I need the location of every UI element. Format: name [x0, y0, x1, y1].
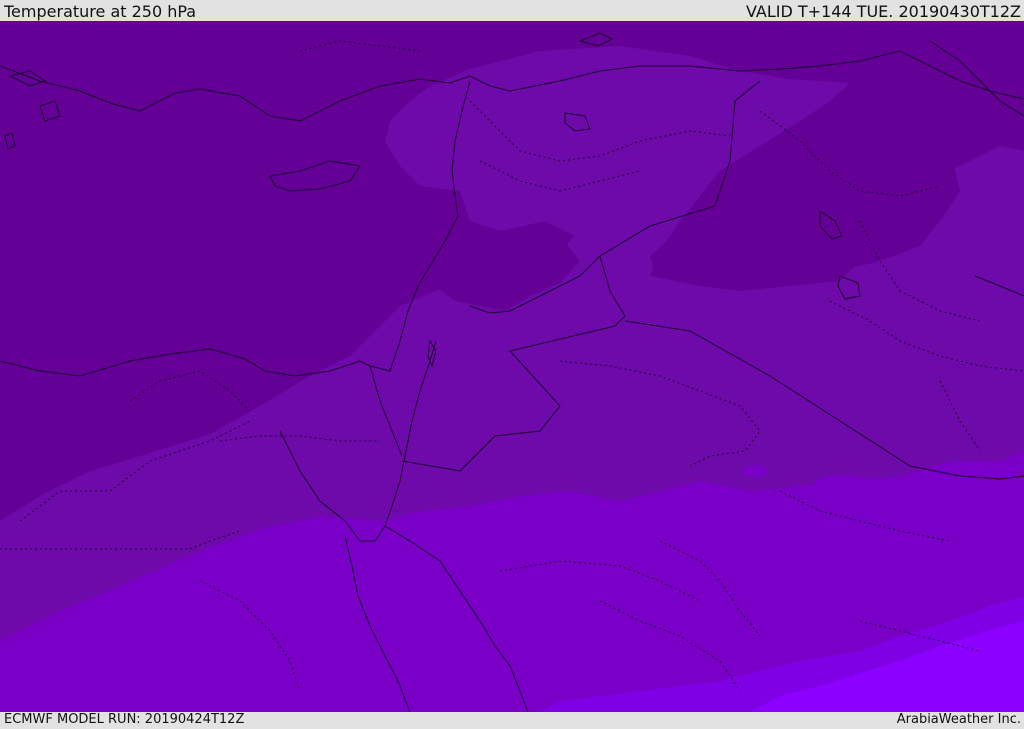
temperature-patch-center	[743, 465, 767, 477]
footer-bar: ECMWF MODEL RUN: 20190424T12Z ArabiaWeat…	[0, 712, 1024, 729]
model-run-label: ECMWF MODEL RUN: 20190424T12Z	[4, 712, 245, 727]
map-title: Temperature at 250 hPa	[4, 2, 197, 21]
temperature-patch-east	[815, 475, 875, 491]
weather-map	[0, 21, 1024, 712]
header-bar: Temperature at 250 hPa VALID T+144 TUE. …	[0, 0, 1024, 21]
temperature-map-canvas	[0, 21, 1024, 712]
valid-time-label: VALID T+144 TUE. 20190430T12Z	[745, 2, 1021, 21]
credit-label: ArabiaWeather Inc.	[896, 712, 1021, 727]
map-frame: Temperature at 250 hPa VALID T+144 TUE. …	[0, 0, 1024, 729]
